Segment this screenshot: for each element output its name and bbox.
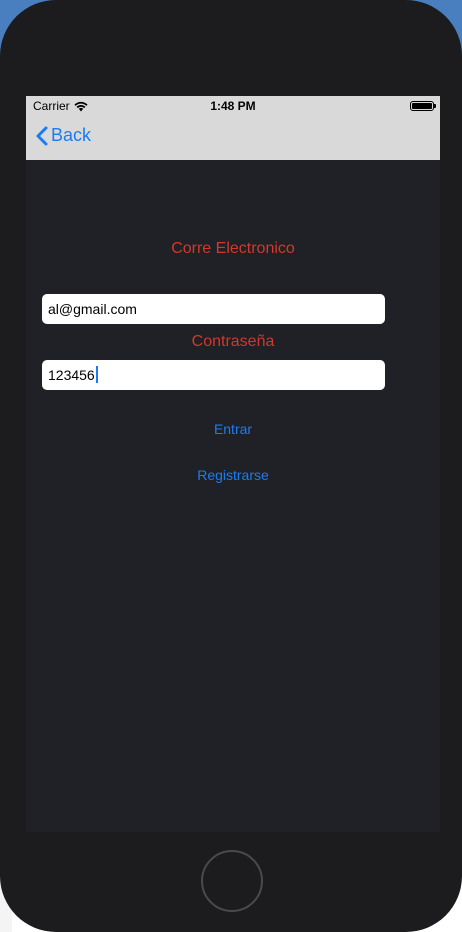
password-label: Contraseña <box>191 333 275 350</box>
battery-icon <box>410 101 436 111</box>
password-field[interactable]: 123456 <box>42 360 385 390</box>
battery-level <box>412 103 432 109</box>
back-label: Back <box>51 125 92 145</box>
home-button[interactable] <box>201 850 263 912</box>
email-value: al@gmail.com <box>48 301 137 317</box>
email-field[interactable]: al@gmail.com <box>42 294 385 324</box>
app-screen: Carrier 1:48 PM Back Corre Electronico a… <box>26 96 440 832</box>
status-bar: Carrier 1:48 PM <box>26 96 440 116</box>
status-time: 1:48 PM <box>210 99 256 113</box>
navigation-bar: Back <box>26 116 440 160</box>
text-cursor <box>95 366 98 383</box>
phone-frame: Carrier 1:48 PM Back Corre Electronico a… <box>0 0 462 932</box>
password-value: 123456 <box>48 367 95 383</box>
back-button[interactable]: Back <box>36 125 91 146</box>
email-label: Corre Electronico <box>171 240 295 257</box>
enter-button[interactable]: Entrar <box>26 421 440 437</box>
chevron-left-icon <box>36 126 48 145</box>
register-button[interactable]: Registrarse <box>26 467 440 483</box>
